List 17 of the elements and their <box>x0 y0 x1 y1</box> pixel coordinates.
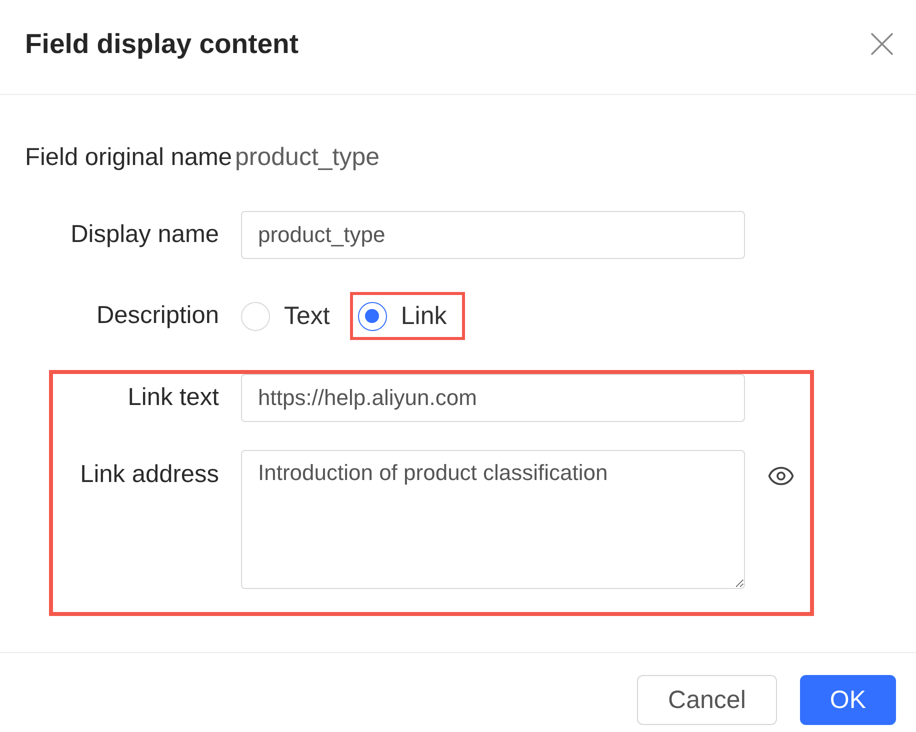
radio-option[interactable]: Text <box>241 301 330 331</box>
radio-option[interactable]: Link <box>358 301 447 331</box>
radio-icon[interactable] <box>358 302 387 330</box>
field-label: Link text <box>126 383 219 413</box>
eye-icon[interactable] <box>767 464 795 488</box>
input-field[interactable]: product_type <box>241 211 745 259</box>
input-field[interactable]: https://help.aliyun.com <box>241 374 745 422</box>
field-value: product_type <box>235 142 380 172</box>
field-label: Description <box>95 301 219 331</box>
dialog-title: Field display content <box>25 27 299 61</box>
close-icon[interactable] <box>868 30 896 58</box>
field-label: Field original name <box>25 143 232 173</box>
textarea-field[interactable]: Introduction of product classification <box>241 450 745 589</box>
field-label: Display name <box>70 220 219 250</box>
field-label: Link address <box>79 460 219 490</box>
ok-button[interactable]: OK <box>800 675 896 725</box>
cancel-button[interactable]: Cancel <box>637 675 777 725</box>
